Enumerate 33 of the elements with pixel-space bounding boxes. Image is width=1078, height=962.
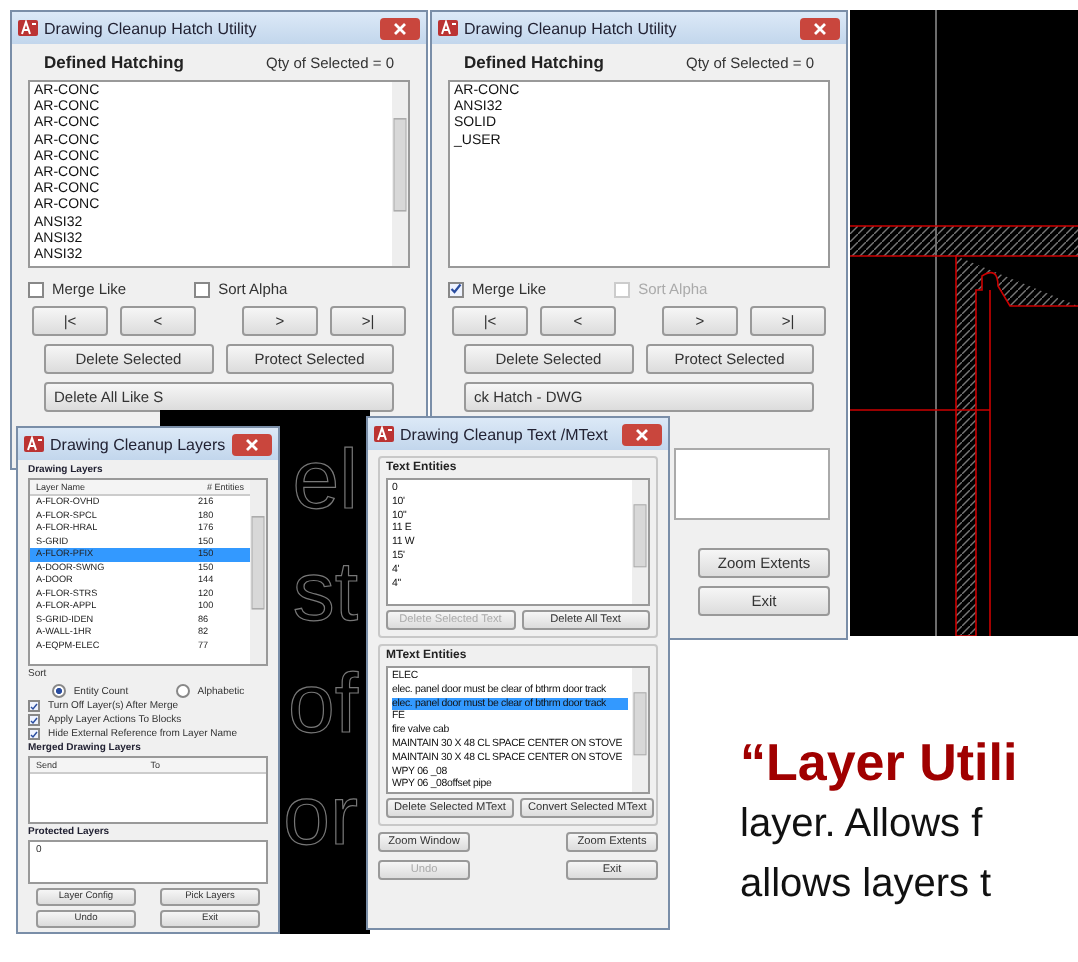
list-heading: Defined Hatching (44, 52, 184, 72)
close-icon[interactable] (800, 17, 840, 39)
window-title: Drawing Cleanup Text /MText (400, 425, 610, 443)
slide-text: layer. Allows f (740, 800, 985, 850)
slide-heading: “Layer Utili (740, 730, 1018, 794)
close-icon[interactable] (232, 433, 272, 455)
slide-text: allows layers t (740, 860, 994, 910)
scrollbar[interactable] (250, 480, 266, 664)
scrollbar[interactable] (392, 82, 408, 266)
checkbox[interactable] (28, 281, 44, 297)
checkbox[interactable] (448, 281, 464, 297)
outline-text: of (287, 654, 361, 754)
outline-text: el (292, 430, 360, 530)
scrollbar[interactable] (632, 668, 648, 792)
app-logo-icon (438, 20, 458, 36)
outline-text: st (292, 542, 360, 642)
app-logo-icon (18, 20, 38, 36)
checkbox[interactable] (28, 700, 40, 712)
outline-text: or (283, 766, 360, 866)
app-logo-icon (374, 426, 394, 442)
checkbox[interactable] (28, 714, 40, 726)
scrollbar[interactable] (632, 480, 648, 604)
checkbox[interactable] (194, 281, 211, 297)
radio-button[interactable] (51, 684, 66, 698)
radio-button[interactable] (175, 684, 190, 698)
checkbox[interactable] (28, 728, 40, 740)
app-logo-icon (24, 436, 44, 452)
close-icon[interactable] (380, 17, 420, 39)
window-title: Drawing Cleanup Layers (50, 435, 226, 453)
list-heading: Defined Hatching (464, 52, 604, 72)
close-icon[interactable] (622, 423, 662, 445)
window-title: Drawing Cleanup Hatch Utility (464, 19, 679, 37)
window-title: Drawing Cleanup Hatch Utility (44, 19, 259, 37)
